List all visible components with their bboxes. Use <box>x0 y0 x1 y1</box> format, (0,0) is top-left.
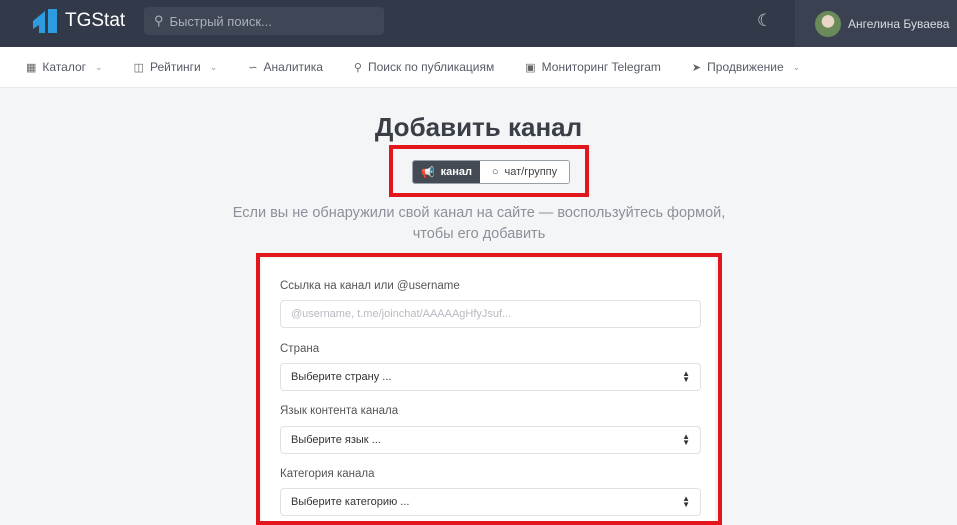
select-value: Выберите страну ... <box>291 371 392 383</box>
rocket-icon: ➤ <box>691 61 702 74</box>
nav-label: Рейтинги <box>149 60 201 74</box>
nav-post-search[interactable]: ⚲ Поиск по публикациям <box>354 60 494 74</box>
page-description: Если вы не обнаружили свой канал на сайт… <box>0 203 957 245</box>
select-value: Выберите категорию ... <box>291 496 410 508</box>
desc-line: Если вы не обнаружили свой канал на сайт… <box>232 205 726 221</box>
language-label: Язык контента канала <box>280 405 399 417</box>
sort-arrows-icon: ▲ ▼ <box>682 432 690 447</box>
main-nav: ▦ Каталог ⌄ ◫ Рейтинги ⌄ ∽ Аналитика ⚲ Поиск п… <box>0 47 957 88</box>
monitor-icon: ▣ <box>525 61 536 74</box>
megaphone-icon: 📢 <box>420 166 435 179</box>
nav-label: Аналитика <box>263 60 323 74</box>
grid-icon: ▦ <box>26 61 37 74</box>
channel-link-field[interactable] <box>280 300 701 328</box>
logo-icon <box>33 9 57 33</box>
country-label: Страна <box>280 343 320 355</box>
nav-label: Поиск по публикациям <box>367 60 495 74</box>
brand-name: TGStat <box>65 10 126 31</box>
user-menu[interactable]: Ангелина Буваева <box>795 0 957 47</box>
chevron-down-icon: ⌄ <box>792 61 801 72</box>
search-icon: ⚲ <box>154 13 164 28</box>
category-select[interactable]: Выберите категорию ... ▲ ▼ <box>280 488 701 516</box>
nav-label: Мониторинг Telegram <box>541 60 661 74</box>
nav-analytics[interactable]: ∽ Аналитика <box>248 60 323 74</box>
user-name: Ангелина Буваева <box>848 16 950 31</box>
toggle-label: канал <box>440 166 473 178</box>
desc-line: чтобы его добавить <box>412 226 546 242</box>
sort-arrows-icon: ▲ ▼ <box>682 494 690 509</box>
line-chart-icon: ∽ <box>248 61 258 74</box>
toggle-channel[interactable]: 📢 канал <box>413 161 480 183</box>
chevron-down-icon: ⌄ <box>95 61 103 72</box>
country-select[interactable]: Выберите страну ... ▲ ▼ <box>280 363 701 391</box>
chevron-down-icon: ⌄ <box>209 61 218 72</box>
logo[interactable]: TGStat <box>33 9 125 33</box>
search-placeholder: Быстрый поиск... <box>169 13 272 29</box>
avatar <box>815 10 841 37</box>
dark-mode-moon-icon[interactable]: ☾ <box>757 11 772 31</box>
category-label: Категория канала <box>280 468 375 480</box>
link-label: Ссылка на канал или @username <box>280 280 460 292</box>
sort-arrows-icon: ▲ ▼ <box>682 369 690 384</box>
page-title: Добавить канал <box>374 112 583 142</box>
chat-icon: ○ <box>491 166 499 178</box>
select-value: Выберите язык ... <box>291 434 381 446</box>
nav-catalog[interactable]: ▦ Каталог ⌄ <box>26 60 103 74</box>
nav-label: Продвижение <box>707 60 784 74</box>
chart-box-icon: ◫ <box>133 61 144 74</box>
toggle-label: чат/группу <box>504 166 558 178</box>
type-toggle: 📢 канал ○ чат/группу <box>412 160 570 184</box>
nav-ratings[interactable]: ◫ Рейтинги ⌄ <box>134 60 218 74</box>
search-icon: ⚲ <box>353 61 362 74</box>
nav-promotion[interactable]: ➤ Продвижение ⌄ <box>692 60 800 74</box>
nav-monitoring[interactable]: ▣ Мониторинг Telegram <box>525 60 661 74</box>
quick-search-input[interactable]: ⚲ Быстрый поиск... <box>144 7 384 35</box>
nav-label: Каталог <box>42 60 87 74</box>
channel-link-input[interactable] <box>291 308 690 320</box>
toggle-chat[interactable]: ○ чат/группу <box>480 161 569 183</box>
top-header: TGStat ⚲ Быстрый поиск... ☾ Ангелина Був… <box>0 0 957 47</box>
language-select[interactable]: Выберите язык ... ▲ ▼ <box>280 426 701 454</box>
